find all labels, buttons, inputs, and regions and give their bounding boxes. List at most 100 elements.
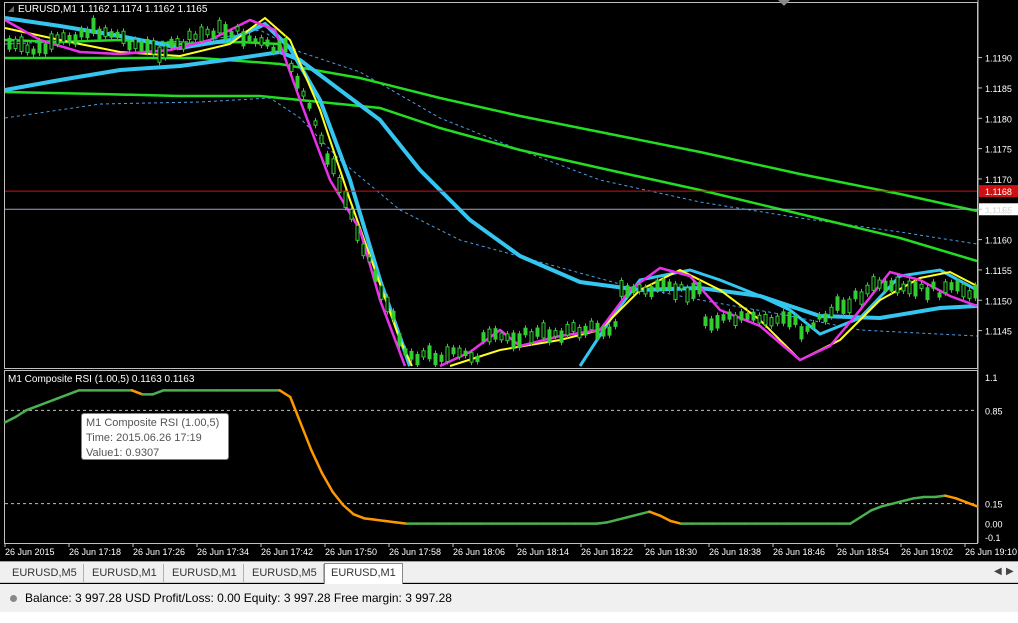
candle [451, 347, 456, 355]
rsi-segment [605, 518, 620, 524]
candle [499, 332, 504, 341]
rsi-segment [130, 389, 144, 396]
candle [241, 31, 246, 47]
candle [271, 46, 276, 53]
time-tick-5: 26 Jun 17:50 [325, 547, 377, 557]
price-tick-7: 1.1155 [985, 266, 1012, 276]
candle [769, 317, 774, 327]
tab-eurusd-m1[interactable]: EURUSD,M1 [86, 564, 164, 582]
candle [331, 158, 336, 175]
candle [97, 28, 102, 40]
candle [607, 326, 612, 336]
candle [307, 102, 312, 109]
yellow-line [4, 16, 413, 367]
rsi-tick-2: 0.15 [985, 500, 1003, 510]
candle [25, 44, 30, 53]
candle [793, 314, 798, 325]
candle [313, 120, 318, 126]
candle [403, 348, 408, 356]
time-tick-15: 26 Jun 19:10 [965, 547, 1017, 557]
rsi-tick-3: 0.00 [985, 520, 1003, 530]
candle [7, 37, 12, 50]
candle [397, 333, 402, 347]
price-tick-6: 1.1160 [985, 236, 1012, 246]
tab-eurusd-m1-active[interactable]: EURUSD,M1 [324, 563, 403, 584]
candle [703, 316, 708, 327]
candle [109, 31, 114, 38]
price-tick-5: 1.1165 [985, 205, 1012, 215]
rsi-segment [320, 471, 334, 493]
candle [637, 284, 642, 293]
time-tick-10: 26 Jun 18:30 [645, 547, 697, 557]
time-tick-13: 26 Jun 18:54 [837, 547, 889, 557]
candle [325, 153, 330, 165]
candle [427, 345, 432, 360]
candle [445, 346, 450, 363]
tooltip-time: Time: 2015.06.26 17:19 [86, 432, 202, 444]
tab-eurusd-m1-2[interactable]: EURUSD,M1 [166, 564, 244, 582]
time-tick-4: 26 Jun 17:42 [261, 547, 313, 557]
candle [229, 31, 234, 39]
rsi-segment [341, 503, 355, 516]
candle [67, 34, 72, 44]
candle [895, 276, 900, 294]
tooltip-title: M1 Composite RSI (1.00,5) [86, 417, 220, 429]
tooltip-value: Value1: 0.9307 [86, 447, 160, 459]
rsi-segment [331, 490, 345, 507]
rsi-segment [384, 519, 398, 524]
candle [709, 318, 714, 331]
candle [469, 352, 474, 363]
rsi-segment [944, 494, 958, 500]
candle [883, 280, 888, 292]
candle [619, 280, 624, 297]
candle [151, 40, 156, 55]
tab-scroll-right-icon[interactable]: ▶ [1006, 566, 1014, 577]
candle [337, 177, 342, 193]
tab-scroll-left-icon[interactable]: ◀ [994, 566, 1002, 577]
rsi-tick-0: 1.1 [985, 373, 998, 383]
rsi-segment [595, 521, 609, 525]
rsi-segment [278, 389, 292, 399]
tab-eurusd-m5[interactable]: EURUSD,M5 [6, 564, 84, 582]
candle [487, 328, 492, 343]
rsi-segment [3, 415, 17, 424]
candle [757, 314, 762, 324]
candle [751, 311, 756, 321]
candle [643, 286, 648, 295]
candle [661, 278, 666, 292]
rsi-tick-1: 0.85 [985, 406, 1003, 416]
candle [625, 285, 630, 297]
candle [55, 34, 60, 45]
candle [763, 314, 768, 326]
candle [727, 311, 732, 320]
candle [559, 330, 564, 343]
tab-eurusd-m5-2[interactable]: EURUSD,M5 [246, 564, 324, 582]
candle [193, 33, 198, 40]
candle [91, 17, 96, 34]
candle [565, 323, 570, 336]
candle [595, 322, 600, 339]
candle [697, 281, 702, 295]
candle [223, 24, 228, 40]
candle [577, 326, 582, 339]
candle [133, 38, 138, 50]
candle [433, 352, 438, 366]
candle [475, 355, 480, 363]
candle [967, 290, 972, 299]
candle [343, 191, 348, 208]
candle [739, 311, 744, 321]
chart-area[interactable]: 1.1168 1.1165 1.1190 1.1185 1.1180 1.1175 1.1… [0, 0, 1018, 561]
candle [463, 350, 468, 356]
candle [409, 350, 414, 360]
candle [931, 281, 936, 289]
price-tick-1: 1.1185 [985, 84, 1012, 94]
time-axis: 26 Jun 2015 26 Jun 17:18 26 Jun 17:26 26 Ju… [4, 543, 1017, 557]
candle [787, 311, 792, 328]
triangle-icon [8, 6, 14, 12]
candle [829, 306, 834, 318]
candle [859, 291, 864, 305]
time-tick-3: 26 Jun 17:34 [197, 547, 249, 557]
candle [43, 43, 48, 55]
rsi-segment [859, 509, 873, 519]
candle [145, 38, 150, 53]
